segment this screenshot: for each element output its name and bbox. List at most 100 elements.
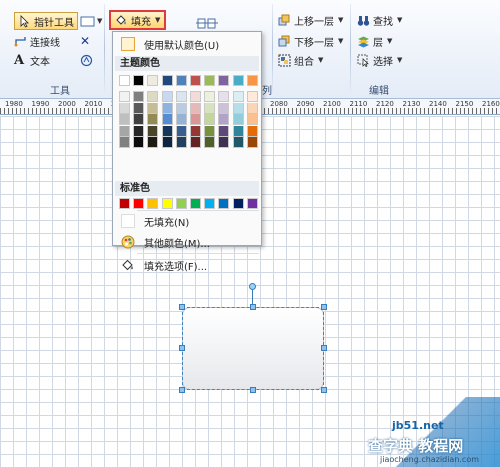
group-icon — [278, 54, 291, 67]
theme-color-shade-swatch[interactable] — [232, 114, 244, 125]
paint-bucket-icon — [115, 14, 128, 27]
theme-color-swatch[interactable] — [175, 75, 187, 86]
theme-color-shade-swatch[interactable] — [161, 91, 173, 102]
theme-color-shade-swatch[interactable] — [232, 102, 244, 114]
theme-color-shade-swatch[interactable] — [133, 91, 145, 102]
theme-color-shade-swatch[interactable] — [119, 114, 130, 125]
text-tool-button[interactable]: A 文本 — [14, 52, 50, 68]
resize-handle-bottom-right[interactable] — [321, 387, 327, 393]
send-backward-button[interactable]: 下移一层 ▼ — [278, 33, 343, 49]
theme-color-swatch[interactable] — [232, 75, 244, 86]
rotation-handle[interactable] — [249, 283, 256, 290]
theme-color-shade-swatch[interactable] — [133, 137, 145, 148]
standard-color-swatch[interactable] — [204, 198, 216, 209]
theme-color-shade-swatch[interactable] — [161, 102, 173, 114]
theme-color-shade-swatch[interactable] — [232, 125, 244, 137]
resize-handle-top-left[interactable] — [179, 304, 185, 310]
theme-color-shade-swatch[interactable] — [204, 91, 216, 102]
theme-color-swatch[interactable] — [133, 75, 145, 86]
standard-color-swatch[interactable] — [175, 198, 187, 209]
find-button[interactable]: 查找 ▼ — [357, 12, 402, 28]
paint-bucket-icon — [121, 258, 135, 272]
theme-color-shade-swatch[interactable] — [218, 91, 230, 102]
theme-color-shade-swatch[interactable] — [175, 137, 187, 148]
theme-color-shade-swatch[interactable] — [246, 137, 258, 148]
theme-color-shade-swatch[interactable] — [204, 125, 216, 137]
theme-color-shade-swatch[interactable] — [232, 137, 244, 148]
theme-color-shade-swatch[interactable] — [133, 125, 145, 137]
theme-color-shade-swatch[interactable] — [190, 137, 201, 148]
resize-handle-bottom[interactable] — [250, 387, 256, 393]
theme-color-shade-swatch[interactable] — [175, 102, 187, 114]
align-button[interactable] — [196, 14, 220, 30]
theme-color-shade-swatch[interactable] — [204, 114, 216, 125]
theme-color-shade-swatch[interactable] — [246, 102, 258, 114]
connector-button[interactable]: 连接线 — [14, 33, 60, 49]
standard-color-swatch[interactable] — [147, 198, 159, 209]
theme-color-shade-swatch[interactable] — [147, 114, 159, 125]
default-color-menu-item[interactable]: 使用默认颜色(U) — [115, 35, 259, 53]
theme-color-shade-swatch[interactable] — [147, 91, 159, 102]
theme-color-shade-swatch[interactable] — [119, 91, 130, 102]
theme-color-shade-swatch[interactable] — [204, 102, 216, 114]
theme-color-shade-swatch[interactable] — [119, 137, 130, 148]
more-colors-menu-item[interactable]: 其他颜色(M)... — [115, 233, 259, 251]
theme-color-shade-swatch[interactable] — [133, 102, 145, 114]
standard-color-swatch[interactable] — [119, 198, 130, 209]
standard-color-swatch[interactable] — [218, 198, 230, 209]
layer-button[interactable]: 层 ▼ — [357, 33, 392, 49]
bring-forward-button[interactable]: 上移一层 ▼ — [278, 12, 343, 28]
theme-color-shade-swatch[interactable] — [161, 137, 173, 148]
delete-x-button[interactable]: ✕ — [80, 33, 90, 49]
theme-color-shade-swatch[interactable] — [232, 91, 244, 102]
no-fill-menu-item[interactable]: 无填充(N) — [115, 212, 259, 230]
theme-color-shade-swatch[interactable] — [246, 114, 258, 125]
theme-color-shade-swatch[interactable] — [161, 125, 173, 137]
resize-handle-bottom-left[interactable] — [179, 387, 185, 393]
theme-color-shade-swatch[interactable] — [119, 125, 130, 137]
connection-point-button[interactable] — [80, 52, 93, 68]
pointer-tool-button[interactable]: 指针工具 — [14, 12, 78, 30]
theme-color-shade-swatch[interactable] — [190, 91, 201, 102]
theme-color-swatch[interactable] — [147, 75, 159, 86]
resize-handle-right[interactable] — [321, 345, 327, 351]
theme-color-swatch[interactable] — [161, 75, 173, 86]
theme-color-shade-swatch[interactable] — [246, 91, 258, 102]
theme-color-shade-swatch[interactable] — [218, 114, 230, 125]
theme-color-shade-swatch[interactable] — [204, 137, 216, 148]
theme-color-swatch[interactable] — [246, 75, 258, 86]
theme-color-swatch[interactable] — [119, 75, 130, 86]
group-button[interactable]: 组合 ▼ — [278, 52, 323, 68]
theme-color-swatch[interactable] — [190, 75, 201, 86]
theme-color-shade-swatch[interactable] — [161, 114, 173, 125]
theme-color-shade-swatch[interactable] — [218, 102, 230, 114]
select-button[interactable]: 选择 ▼ — [357, 52, 402, 68]
theme-color-shade-swatch[interactable] — [190, 102, 201, 114]
resize-handle-top[interactable] — [250, 304, 256, 310]
theme-color-swatch[interactable] — [218, 75, 230, 86]
standard-color-swatch[interactable] — [133, 198, 145, 209]
theme-color-shade-swatch[interactable] — [218, 125, 230, 137]
resize-handle-top-right[interactable] — [321, 304, 327, 310]
theme-color-shade-swatch[interactable] — [119, 102, 130, 114]
theme-color-shade-swatch[interactable] — [133, 114, 145, 125]
theme-color-shade-swatch[interactable] — [246, 125, 258, 137]
standard-color-swatch[interactable] — [246, 198, 258, 209]
theme-color-shade-swatch[interactable] — [190, 125, 201, 137]
rectangle-shape-button[interactable]: ▼ — [80, 13, 102, 29]
theme-color-shade-swatch[interactable] — [175, 125, 187, 137]
theme-color-shade-swatch[interactable] — [218, 137, 230, 148]
theme-color-swatch[interactable] — [204, 75, 216, 86]
standard-color-swatch[interactable] — [190, 198, 201, 209]
theme-color-shade-swatch[interactable] — [147, 102, 159, 114]
standard-color-swatch[interactable] — [232, 198, 244, 209]
theme-color-shade-swatch[interactable] — [190, 114, 201, 125]
theme-color-shade-swatch[interactable] — [147, 125, 159, 137]
fill-options-menu-item[interactable]: 填充选项(F)... — [115, 256, 259, 274]
resize-handle-left[interactable] — [179, 345, 185, 351]
theme-color-shade-swatch[interactable] — [147, 137, 159, 148]
theme-color-shade-swatch[interactable] — [175, 114, 187, 125]
fill-button[interactable]: 填充 ▼ — [109, 10, 167, 30]
theme-color-shade-swatch[interactable] — [175, 91, 187, 102]
standard-color-swatch[interactable] — [161, 198, 173, 209]
